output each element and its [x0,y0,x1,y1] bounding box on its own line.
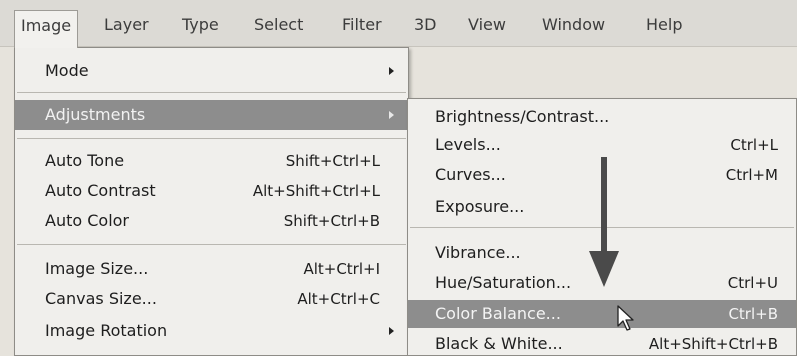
submenu-item-black-white[interactable]: Black & White... Alt+Shift+Ctrl+B [408,330,796,356]
menu-item-label: Exposure... [435,197,525,216]
shortcut-label: Ctrl+B [728,305,778,323]
submenu-item-color-balance[interactable]: Color Balance... Ctrl+B [408,300,796,328]
menu-bar: Image Layer Type Select Filter 3D View W… [0,0,797,48]
menu-separator [17,138,406,139]
menu-item-auto-tone[interactable]: Auto Tone Shift+Ctrl+L [15,146,408,176]
mouse-cursor-icon [617,305,634,331]
shortcut-label: Alt+Shift+Ctrl+L [252,182,380,200]
shortcut-label: Shift+Ctrl+L [285,152,380,170]
menu-3d[interactable]: 3D [408,10,443,40]
menu-separator [17,92,406,93]
menu-item-image-size[interactable]: Image Size... Alt+Ctrl+I [15,254,408,284]
menu-separator [17,244,406,245]
shortcut-label: Ctrl+U [727,274,778,292]
menu-item-label: Image Rotation [45,321,168,340]
menu-type[interactable]: Type [176,10,225,40]
shortcut-label: Alt+Ctrl+I [303,260,380,278]
annotation-down-arrow-icon [589,157,619,287]
menu-item-mode[interactable]: Mode [15,56,408,86]
menu-item-label: Vibrance... [435,243,521,262]
image-menu-dropdown: Mode Adjustments Auto Tone Shift+Ctrl+L … [14,47,409,356]
menu-item-label: Auto Contrast [45,181,156,200]
menu-item-label: Hue/Saturation... [435,273,572,292]
menu-select[interactable]: Select [248,10,309,40]
menu-view[interactable]: View [462,10,512,40]
menu-item-label: Black & White... [435,334,563,353]
menu-item-label: Adjustments [45,105,146,124]
submenu-arrow-icon [389,67,394,75]
menu-item-label: Image Size... [45,259,149,278]
submenu-arrow-icon [389,327,394,335]
submenu-item-brightness-contrast[interactable]: Brightness/Contrast... [408,103,796,131]
menu-item-label: Brightness/Contrast... [435,107,610,126]
menu-item-label: Auto Tone [45,151,125,170]
menu-layer[interactable]: Layer [98,10,155,40]
shortcut-label: Alt+Ctrl+C [297,290,380,308]
menu-item-auto-contrast[interactable]: Auto Contrast Alt+Shift+Ctrl+L [15,176,408,206]
shortcut-label: Alt+Shift+Ctrl+B [648,335,778,353]
submenu-item-levels[interactable]: Levels... Ctrl+L [408,131,796,159]
menu-item-label: Curves... [435,165,506,184]
shortcut-label: Ctrl+L [730,136,778,154]
menu-item-label: Color Balance... [435,304,561,323]
menu-item-auto-color[interactable]: Auto Color Shift+Ctrl+B [15,206,408,236]
menu-item-canvas-size[interactable]: Canvas Size... Alt+Ctrl+C [15,284,408,314]
menu-item-image-rotation[interactable]: Image Rotation [15,316,408,346]
menu-item-label: Mode [45,61,89,80]
menu-item-adjustments[interactable]: Adjustments [15,100,408,130]
menu-filter[interactable]: Filter [336,10,388,40]
shortcut-label: Ctrl+M [725,166,778,184]
menu-item-label: Canvas Size... [45,289,157,308]
menu-item-label: Auto Color [45,211,130,230]
submenu-arrow-icon [389,111,394,119]
menu-help[interactable]: Help [640,10,688,40]
menu-item-label: Levels... [435,135,501,154]
shortcut-label: Shift+Ctrl+B [283,212,380,230]
menu-image[interactable]: Image [14,10,79,48]
menu-window[interactable]: Window [536,10,611,40]
